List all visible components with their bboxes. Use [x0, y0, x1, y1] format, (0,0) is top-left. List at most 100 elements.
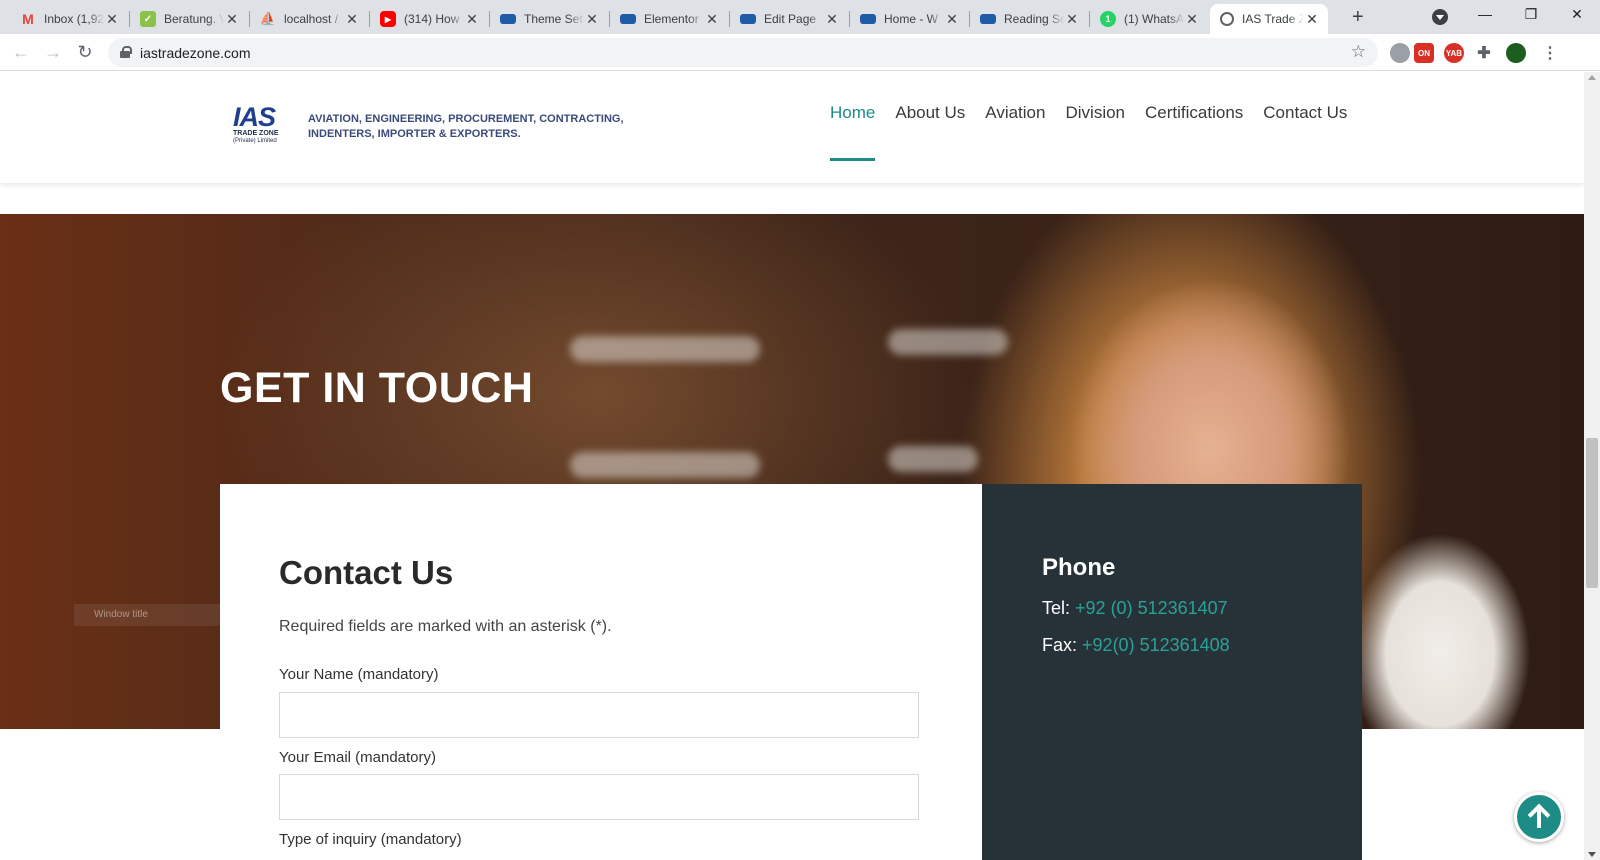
close-icon[interactable]: ✕ — [224, 11, 240, 28]
close-icon[interactable]: ✕ — [1304, 11, 1320, 28]
tab-label: localhost / — [284, 12, 339, 26]
tel-link[interactable]: +92 (0) 512361407 — [1075, 598, 1228, 618]
tab-label: (1) WhatsA — [1124, 12, 1184, 26]
puzzle-extensions-icon[interactable]: ✚ — [1474, 43, 1494, 63]
close-icon[interactable]: ✕ — [944, 11, 960, 28]
zon-extension-icon[interactable]: ON — [1414, 43, 1434, 63]
browser-tab[interactable]: 1 (1) WhatsA ✕ — [1090, 4, 1208, 34]
background-blur — [888, 329, 1008, 355]
hero-title: GET IN TOUCH — [220, 364, 534, 412]
tab-label: IAS Trade Z — [1242, 12, 1304, 26]
browser-tab-active[interactable]: IAS Trade Z ✕ — [1210, 4, 1328, 34]
browser-tab[interactable]: ✓ Beratung. V ✕ — [130, 4, 248, 34]
site-icon — [860, 14, 876, 24]
browser-tab[interactable]: ⛵ localhost / ✕ — [250, 4, 368, 34]
close-icon[interactable]: ✕ — [584, 11, 600, 28]
background-blur — [570, 336, 760, 362]
tab-label: Reading Se — [1004, 12, 1064, 26]
tab-label: Theme Set — [524, 12, 583, 26]
nav-contact-us[interactable]: Contact Us — [1263, 100, 1347, 160]
scrollbar-thumb[interactable] — [1586, 438, 1598, 588]
restore-icon[interactable]: ❐ — [1516, 6, 1546, 23]
site-icon — [620, 14, 636, 24]
fax-line: Fax: +92(0) 512361408 — [1042, 635, 1230, 656]
tab-label: Beratung. V — [164, 12, 224, 26]
reload-icon[interactable]: ↻ — [74, 42, 96, 62]
scroll-down-icon[interactable] — [1588, 852, 1596, 857]
phpmyadmin-icon: ⛵ — [259, 11, 277, 26]
browser-tab[interactable]: Theme Set ✕ — [490, 4, 608, 34]
browser-tab[interactable]: Reading Se ✕ — [970, 4, 1088, 34]
close-icon[interactable]: ✕ — [464, 11, 480, 28]
browser-tab[interactable]: M Inbox (1,92 ✕ — [10, 4, 128, 34]
browser-tab[interactable]: ▶ (314) How ✕ — [370, 4, 488, 34]
address-bar: ← → ↻ iastradezone.com ☆ — [0, 34, 1600, 71]
nav-division[interactable]: Division — [1065, 100, 1125, 160]
required-note: Required fields are marked with an aster… — [279, 618, 612, 635]
globe-icon — [1220, 12, 1234, 26]
omnibox[interactable]: iastradezone.com ☆ — [108, 38, 1378, 67]
extension-badge: YAB — [1445, 48, 1463, 58]
tab-label: (314) How — [404, 12, 460, 26]
nav-aviation[interactable]: Aviation — [985, 100, 1045, 160]
main-nav: Home About Us Aviation Division Certific… — [830, 100, 1367, 161]
extension-badge: ON — [1418, 48, 1430, 58]
site-icon — [500, 14, 516, 24]
nav-about-us[interactable]: About Us — [895, 100, 965, 160]
gmail-icon: M — [22, 11, 34, 27]
background-blur — [570, 452, 760, 478]
page-scrollbar[interactable] — [1584, 72, 1600, 860]
youtube-icon: ▶ — [380, 11, 396, 27]
site-logo[interactable]: IAS TRADE ZONE (Private) Limited — [233, 102, 299, 145]
lock-icon[interactable] — [120, 46, 132, 58]
phone-info-card: Phone Tel: +92 (0) 512361407 Fax: +92(0)… — [982, 484, 1362, 860]
contact-title: Contact Us — [279, 554, 454, 591]
name-label: Your Name (mandatory) — [279, 666, 439, 683]
leaf-icon: ✓ — [140, 11, 156, 27]
new-tab-icon[interactable]: + — [1352, 7, 1364, 27]
name-input[interactable] — [279, 692, 919, 738]
tab-label: Edit Page — [764, 12, 817, 26]
close-icon[interactable]: ✕ — [824, 11, 840, 28]
arrow-up-icon — [1529, 806, 1549, 828]
tel-label: Tel: — [1042, 598, 1071, 618]
menu-kebab-icon[interactable]: ⋮ — [1540, 43, 1560, 63]
cloud-extension-icon[interactable] — [1390, 43, 1410, 63]
tab-search-icon[interactable] — [1432, 9, 1448, 25]
window-close-icon[interactable]: ✕ — [1562, 6, 1592, 23]
page-viewport: IAS TRADE ZONE (Private) Limited AVIATIO… — [0, 72, 1584, 860]
fax-link[interactable]: +92(0) 512361408 — [1082, 635, 1230, 655]
close-icon[interactable]: ✕ — [704, 11, 720, 28]
minimize-icon[interactable]: — — [1470, 6, 1500, 22]
url-text[interactable]: iastradezone.com — [140, 45, 251, 61]
scroll-to-top-button[interactable] — [1514, 792, 1564, 842]
browser-tab-bar: M Inbox (1,92 ✕ ✓ Beratung. V ✕ ⛵ localh… — [0, 0, 1600, 34]
scroll-up-icon[interactable] — [1588, 75, 1596, 80]
back-icon[interactable]: ← — [10, 42, 32, 62]
close-icon[interactable]: ✕ — [1064, 11, 1080, 28]
close-icon[interactable]: ✕ — [104, 11, 120, 28]
email-input[interactable] — [279, 774, 919, 820]
nav-home[interactable]: Home — [830, 100, 876, 161]
nav-certifications[interactable]: Certifications — [1145, 100, 1243, 160]
browser-tab[interactable]: Home - W ✕ — [850, 4, 968, 34]
close-icon[interactable]: ✕ — [344, 11, 360, 28]
site-icon — [980, 14, 996, 24]
bookmark-star-icon[interactable]: ☆ — [1351, 42, 1366, 62]
fax-label: Fax: — [1042, 635, 1078, 655]
tab-label: Home - W — [884, 12, 938, 26]
background-blur — [888, 446, 978, 472]
phone-heading: Phone — [1042, 554, 1116, 581]
tab-label: Inbox (1,92 — [44, 12, 104, 26]
browser-tab[interactable]: Edit Page ✕ — [730, 4, 848, 34]
yab-extension-icon[interactable]: YAB — [1444, 43, 1464, 63]
close-icon[interactable]: ✕ — [1184, 11, 1200, 28]
whatsapp-icon: 1 — [1100, 11, 1116, 27]
tab-label: Elementor — [644, 12, 699, 26]
browser-tab[interactable]: Elementor ✕ — [610, 4, 728, 34]
profile-avatar[interactable] — [1506, 43, 1526, 63]
forward-icon[interactable]: → — [42, 42, 64, 62]
tel-line: Tel: +92 (0) 512361407 — [1042, 598, 1228, 619]
logo-mark: IAS — [233, 102, 276, 132]
contact-form-card: Contact Us Required fields are marked wi… — [220, 484, 982, 860]
